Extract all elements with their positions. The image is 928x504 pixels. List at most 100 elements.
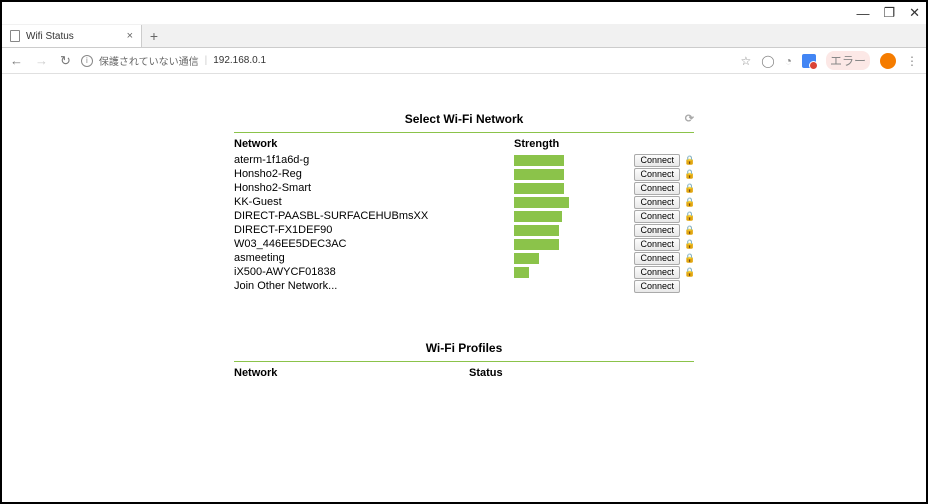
strength-cell — [514, 183, 604, 194]
separator: | — [205, 55, 208, 66]
lock-icon: 🔒 — [684, 155, 694, 166]
header-profile-status: Status — [469, 367, 694, 379]
tab-close-button[interactable]: × — [127, 30, 133, 42]
page-content: Select Wi-Fi Network ⟳ Network Strength … — [2, 74, 926, 382]
strength-cell — [514, 169, 604, 180]
network-actions: Connect 🔒 — [604, 210, 694, 223]
window-minimize-button[interactable]: — — [856, 6, 869, 21]
lock-icon: 🔒 — [684, 197, 694, 208]
forward-button: → — [35, 53, 48, 68]
strength-cell — [514, 253, 604, 264]
network-actions: Connect 🔒 — [604, 154, 694, 167]
network-name: DIRECT-PAASBL-SURFACEHUBmsXX — [234, 210, 514, 222]
network-row: KK-Guest Connect 🔒 — [234, 195, 694, 209]
url-text: 192.168.0.1 — [213, 55, 266, 66]
network-name: W03_446EE5DEC3AC — [234, 238, 514, 250]
network-row: Join Other Network... Connect — [234, 279, 694, 293]
network-row: asmeetingConnect🔒 — [234, 251, 694, 265]
network-name: DIRECT-FX1DEF90 — [234, 224, 514, 236]
header-network: Network — [234, 138, 514, 150]
browser-tab[interactable]: Wifi Status × — [2, 25, 142, 47]
lock-icon: 🔒 — [684, 253, 694, 264]
network-name: aterm-1f1a6d-g — [234, 154, 514, 166]
extension-badge-icon[interactable] — [802, 54, 816, 68]
strength-bar — [514, 211, 562, 222]
network-name: KK-Guest — [234, 196, 514, 208]
strength-bar — [514, 197, 569, 208]
network-row: Honsho2-Reg Connect🔒 — [234, 167, 694, 181]
strength-cell — [514, 211, 604, 222]
profiles-section-title: Wi-Fi Profiles — [234, 333, 694, 361]
browser-menu-button[interactable]: ⋮ — [906, 54, 918, 68]
header-profile-network: Network — [234, 367, 469, 379]
section-divider — [234, 361, 694, 362]
extension-icon[interactable]: ◯ — [761, 54, 774, 68]
security-label: 保護されていない通信 — [99, 53, 199, 68]
network-actions: Connect🔒 — [604, 168, 694, 181]
network-row: W03_446EE5DEC3AC Connect 🔒 — [234, 237, 694, 251]
network-row: DIRECT-PAASBL-SURFACEHUBmsXX Connect 🔒 — [234, 209, 694, 223]
wifi-title-text: Select Wi-Fi Network — [405, 112, 524, 126]
connect-button[interactable]: Connect — [634, 182, 680, 195]
network-headers: Network Strength — [234, 135, 694, 153]
connect-button[interactable]: Connect — [634, 168, 680, 181]
network-actions: Connect 🔒 — [604, 266, 694, 279]
network-actions: Connect — [604, 280, 694, 293]
network-row: Honsho2-Smart Connect 🔒 — [234, 181, 694, 195]
lock-icon: 🔒 — [684, 225, 694, 236]
bookmark-star-icon[interactable]: ☆ — [741, 54, 752, 68]
window-close-button[interactable]: ✕ — [909, 5, 920, 21]
network-row: DIRECT-FX1DEF90 Connect 🔒 — [234, 223, 694, 237]
connect-button[interactable]: Connect — [634, 196, 680, 209]
connect-button[interactable]: Connect — [634, 266, 680, 279]
strength-bar — [514, 253, 539, 264]
network-list: aterm-1f1a6d-gConnect🔒Honsho2-RegConnect… — [234, 153, 694, 293]
strength-bar — [514, 239, 559, 250]
error-badge[interactable]: エラー — [826, 51, 870, 70]
reload-button[interactable]: ↻ — [60, 53, 71, 69]
strength-bar — [514, 183, 564, 194]
strength-bar — [514, 169, 564, 180]
connect-button[interactable]: Connect — [634, 280, 680, 293]
connect-button[interactable]: Connect — [634, 252, 680, 265]
network-row: aterm-1f1a6d-g Connect 🔒 — [234, 153, 694, 167]
browser-toolbar: ← → ↻ i 保護されていない通信 | 192.168.0.1 ☆ ◯ ◔ エ… — [2, 48, 926, 74]
strength-bar — [514, 267, 529, 278]
profile-avatar[interactable] — [880, 53, 896, 69]
extension2-icon[interactable]: ◔ — [785, 54, 792, 68]
back-button[interactable]: ← — [10, 53, 23, 68]
connect-button[interactable]: Connect — [634, 210, 680, 223]
tab-title: Wifi Status — [26, 31, 74, 42]
window-maximize-button[interactable]: ❐ — [883, 5, 895, 21]
refresh-icon[interactable]: ⟳ — [685, 112, 694, 125]
site-info-icon[interactable]: i — [81, 55, 93, 67]
connect-button[interactable]: Connect — [634, 238, 680, 251]
network-actions: Connect 🔒 — [604, 224, 694, 237]
lock-icon: 🔒 — [684, 183, 694, 194]
network-name: Join Other Network... — [234, 280, 514, 292]
lock-icon: 🔒 — [684, 211, 694, 222]
network-actions: Connect 🔒 — [604, 182, 694, 195]
profiles-headers: Network Status — [234, 364, 694, 382]
strength-cell — [514, 197, 604, 208]
lock-icon: 🔒 — [684, 267, 694, 278]
connect-button[interactable]: Connect — [634, 154, 680, 167]
browser-tab-strip: Wifi Status × + — [2, 24, 926, 48]
lock-icon: 🔒 — [684, 239, 694, 250]
section-divider — [234, 132, 694, 133]
network-name: Honsho2-Smart — [234, 182, 514, 194]
network-name: Honsho2-Reg — [234, 168, 514, 180]
address-bar[interactable]: i 保護されていない通信 | 192.168.0.1 — [81, 53, 731, 68]
new-tab-button[interactable]: + — [142, 25, 166, 47]
strength-cell — [514, 155, 604, 166]
network-actions: Connect 🔒 — [604, 252, 694, 265]
page-icon — [10, 30, 20, 42]
network-actions: Connect 🔒 — [604, 196, 694, 209]
strength-cell — [514, 239, 604, 250]
connect-button[interactable]: Connect — [634, 224, 680, 237]
strength-bar — [514, 225, 559, 236]
header-strength: Strength — [514, 138, 604, 150]
network-actions: Connect 🔒 — [604, 238, 694, 251]
network-name: iX500-AWYCF01838 — [234, 266, 514, 278]
strength-cell — [514, 225, 604, 236]
